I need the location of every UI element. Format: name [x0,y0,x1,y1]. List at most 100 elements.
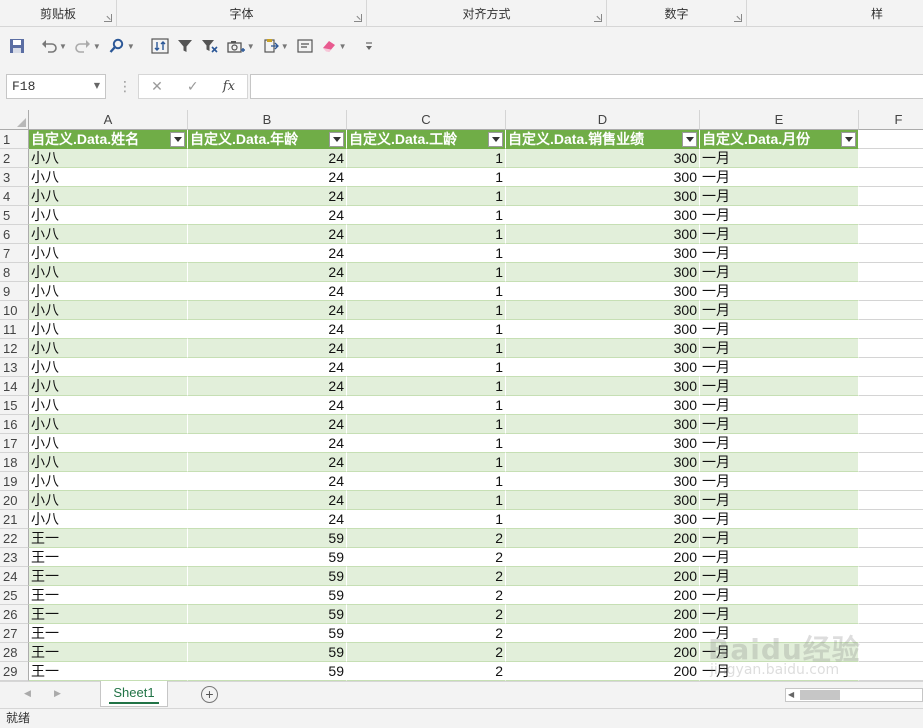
table-cell[interactable]: 24 [188,149,347,168]
table-cell[interactable]: 24 [188,434,347,453]
table-cell[interactable]: 200 [506,586,700,605]
worksheet-grid[interactable]: A B C D E F 1 自定义.Data.姓名 自定义.Data.年龄 自定义.Data.工龄… [0,110,923,681]
table-cell[interactable]: 一月 [700,149,859,168]
table-cell[interactable]: 300 [506,263,700,282]
table-cell[interactable]: 1 [347,320,506,339]
table-cell[interactable]: 300 [506,339,700,358]
table-cell[interactable]: 一月 [700,491,859,510]
table-cell[interactable]: 1 [347,168,506,187]
table-cell[interactable]: 小八 [29,168,188,187]
table-cell[interactable]: 1 [347,149,506,168]
table-cell[interactable]: 一月 [700,415,859,434]
row-header[interactable]: 20 [0,491,29,510]
table-cell[interactable]: 一月 [700,624,859,643]
empty-cell[interactable] [859,358,923,377]
column-header-c[interactable]: C [347,110,506,130]
table-cell[interactable]: 王一 [29,605,188,624]
empty-cell[interactable] [859,548,923,567]
table-cell[interactable]: 一月 [700,529,859,548]
redo-button[interactable]: ▼ [72,34,104,58]
dialog-launcher-icon[interactable] [594,14,602,22]
table-cell[interactable]: 200 [506,624,700,643]
row-header[interactable]: 28 [0,643,29,662]
empty-cell[interactable] [859,168,923,187]
empty-cell[interactable] [859,415,923,434]
table-cell[interactable]: 24 [188,510,347,529]
table-cell[interactable]: 小八 [29,320,188,339]
row-header[interactable]: 10 [0,301,29,320]
column-header-d[interactable]: D [506,110,700,130]
table-cell[interactable]: 小八 [29,263,188,282]
table-cell[interactable]: 1 [347,339,506,358]
table-cell[interactable]: 1 [347,187,506,206]
empty-cell[interactable] [859,643,923,662]
select-all-corner[interactable] [0,110,29,130]
empty-cell[interactable] [859,662,923,681]
column-header-b[interactable]: B [188,110,347,130]
row-header[interactable]: 21 [0,510,29,529]
table-cell[interactable]: 一月 [700,377,859,396]
table-cell[interactable]: 一月 [700,567,859,586]
table-cell[interactable]: 2 [347,662,506,681]
table-cell[interactable]: 一月 [700,225,859,244]
table-cell[interactable]: 300 [506,320,700,339]
table-cell[interactable]: 24 [188,225,347,244]
table-cell[interactable]: 300 [506,377,700,396]
table-cell[interactable]: 24 [188,415,347,434]
row-header[interactable]: 23 [0,548,29,567]
table-cell[interactable]: 59 [188,586,347,605]
row-header[interactable]: 17 [0,434,29,453]
table-cell[interactable]: 24 [188,396,347,415]
row-header[interactable]: 7 [0,244,29,263]
empty-cell[interactable] [859,491,923,510]
table-cell[interactable]: 王一 [29,567,188,586]
scroll-tabs-right-icon[interactable]: ▶ [54,688,61,699]
row-header[interactable]: 16 [0,415,29,434]
table-cell[interactable]: 小八 [29,491,188,510]
formula-bar-grip-icon[interactable]: ⋮ [118,78,132,95]
table-cell[interactable]: 一月 [700,434,859,453]
column-header-f[interactable]: F [859,110,923,130]
table-cell[interactable]: 王一 [29,643,188,662]
scroll-left-icon[interactable]: ◀ [788,690,794,699]
row-header[interactable]: 1 [0,130,29,149]
table-cell[interactable]: 小八 [29,510,188,529]
table-cell[interactable]: 200 [506,548,700,567]
table-cell[interactable]: 小八 [29,301,188,320]
table-cell[interactable]: 24 [188,491,347,510]
row-header[interactable]: 18 [0,453,29,472]
table-cell[interactable]: 一月 [700,206,859,225]
table-header-cell[interactable]: 自定义.Data.年龄 [188,130,347,149]
table-cell[interactable]: 59 [188,662,347,681]
row-header[interactable]: 26 [0,605,29,624]
empty-cell[interactable] [859,396,923,415]
sheet-tab-sheet1[interactable]: Sheet1 [100,681,168,707]
table-cell[interactable]: 一月 [700,605,859,624]
table-cell[interactable]: 24 [188,244,347,263]
table-cell[interactable]: 1 [347,263,506,282]
row-header[interactable]: 15 [0,396,29,415]
filter-button[interactable] [174,34,196,58]
column-header-e[interactable]: E [700,110,859,130]
camera-button[interactable]: ▼ [224,34,258,58]
find-button[interactable]: ▼ [106,34,138,58]
empty-cell[interactable] [859,187,923,206]
table-cell[interactable]: 24 [188,301,347,320]
table-cell[interactable]: 1 [347,491,506,510]
table-cell[interactable]: 小八 [29,434,188,453]
dialog-launcher-icon[interactable] [734,14,742,22]
table-cell[interactable]: 200 [506,605,700,624]
table-cell[interactable]: 小八 [29,244,188,263]
add-sheet-icon[interactable]: + [201,686,218,703]
table-cell[interactable]: 59 [188,548,347,567]
filter-dropdown-icon[interactable] [329,132,344,147]
filter-dropdown-icon[interactable] [170,132,185,147]
empty-cell[interactable] [859,225,923,244]
table-cell[interactable]: 300 [506,491,700,510]
empty-cell[interactable] [859,149,923,168]
row-header[interactable]: 19 [0,472,29,491]
row-header[interactable]: 8 [0,263,29,282]
table-cell[interactable]: 小八 [29,396,188,415]
table-cell[interactable]: 24 [188,187,347,206]
empty-cell[interactable] [859,624,923,643]
